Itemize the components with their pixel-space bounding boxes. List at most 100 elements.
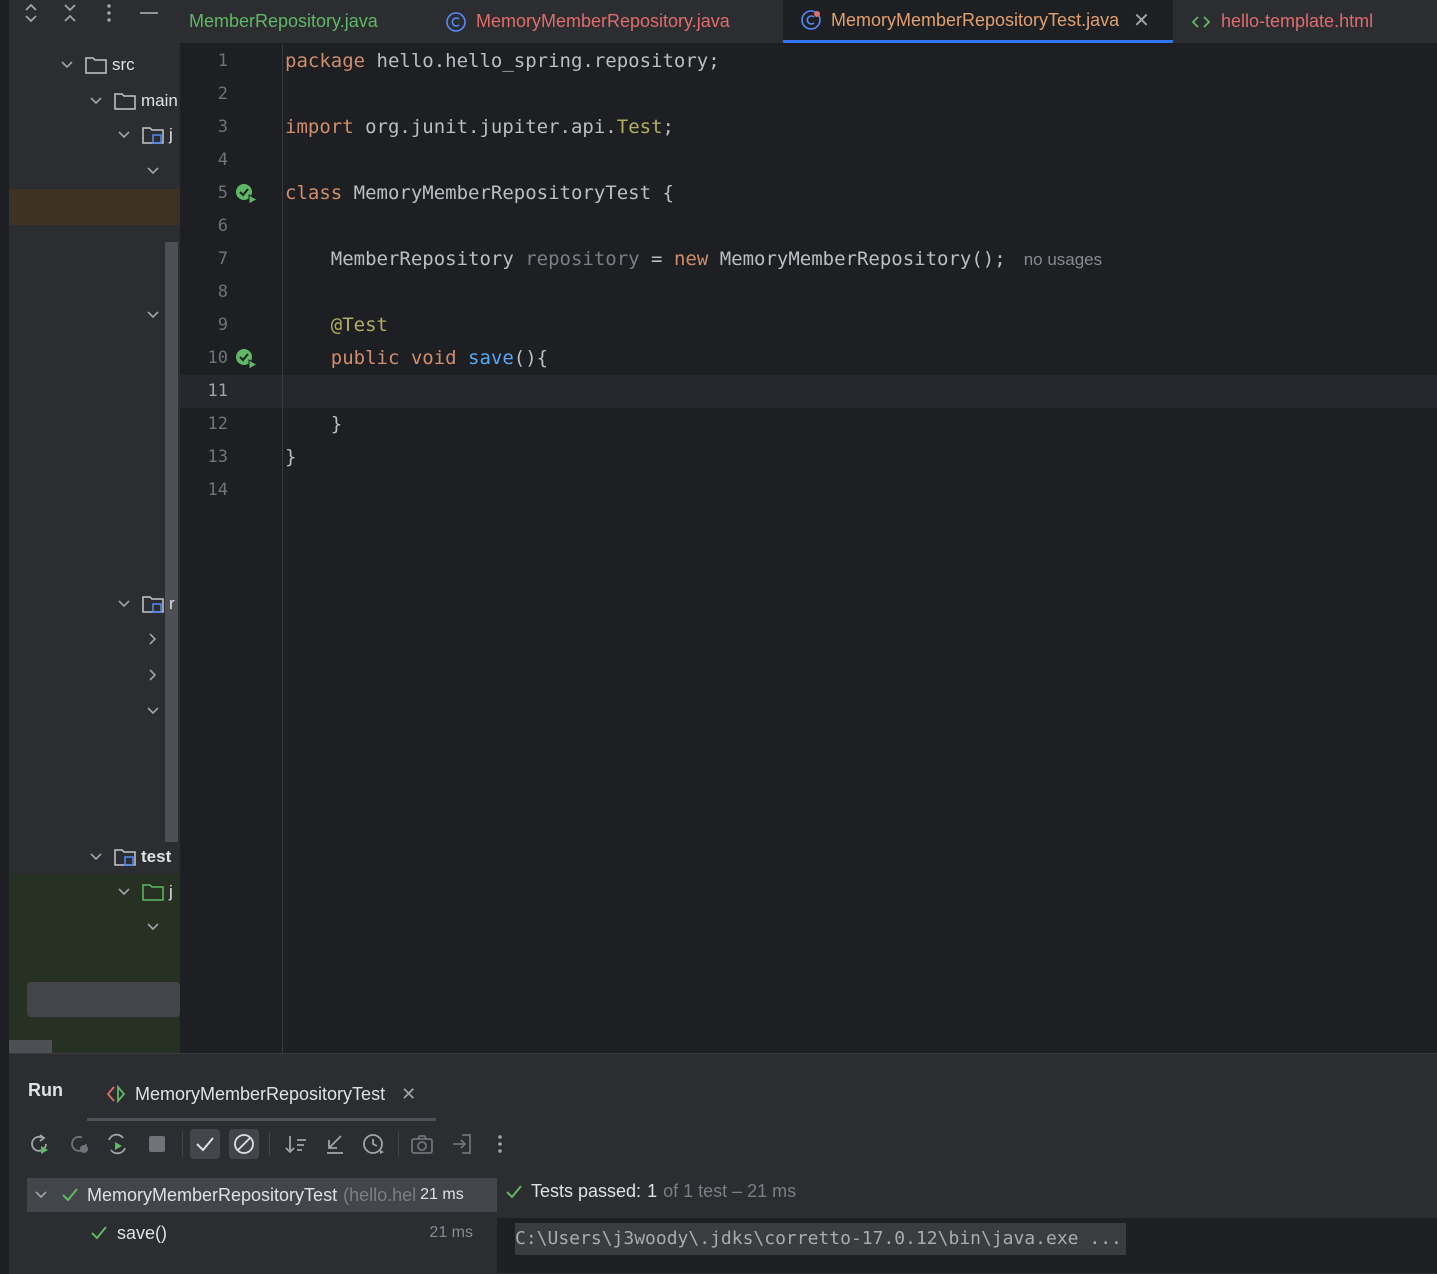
code-line: 5 class MemoryMemberRepositoryTest { bbox=[180, 177, 1437, 210]
current-line: 11 bbox=[180, 375, 1437, 408]
hide-panel-icon[interactable] bbox=[136, 2, 162, 28]
horizontal-scrollbar[interactable] bbox=[9, 1040, 52, 1053]
run-config-label: MemoryMemberRepositoryTest bbox=[135, 1083, 386, 1104]
line-number: 5 bbox=[217, 183, 228, 203]
check-icon bbox=[91, 1226, 107, 1240]
tree-item-test-package[interactable] bbox=[145, 910, 161, 944]
console-output[interactable]: Tests passed: 1 of 1 test – 21 ms C:\Use… bbox=[497, 1168, 1437, 1273]
code-token: = bbox=[639, 248, 674, 270]
code-line: 1 package hello.hello_spring.repository; bbox=[180, 45, 1437, 78]
tree-item-collapsed[interactable] bbox=[145, 622, 161, 656]
toolbar-separator bbox=[269, 1132, 270, 1156]
tree-item-resources[interactable]: r bbox=[116, 587, 175, 621]
tree-scrollbar[interactable] bbox=[165, 242, 178, 842]
code-line: 2 bbox=[180, 78, 1437, 111]
chevron-down-icon[interactable] bbox=[33, 1187, 49, 1203]
chevron-down-icon[interactable] bbox=[59, 57, 75, 73]
code-line: 6 bbox=[180, 210, 1437, 243]
rerun-failed-icon[interactable] bbox=[64, 1129, 94, 1159]
test-status: Tests passed: 1 of 1 test – 21 ms bbox=[505, 1181, 796, 1202]
stop-icon[interactable] bbox=[142, 1129, 172, 1159]
collapse-icon[interactable] bbox=[320, 1129, 350, 1159]
tree-item-java[interactable]: j bbox=[116, 118, 173, 152]
test-case-row[interactable]: save() 21 ms bbox=[27, 1216, 497, 1250]
run-test-gutter-icon[interactable] bbox=[235, 183, 259, 205]
code-token: MemberRepository bbox=[285, 248, 526, 270]
chevron-down-icon[interactable] bbox=[116, 596, 132, 612]
line-number: 2 bbox=[217, 84, 228, 104]
chevron-down-icon[interactable] bbox=[116, 127, 132, 143]
tab-memory-member-repository[interactable]: MemoryMemberRepository.java bbox=[445, 0, 730, 43]
chevron-right-icon[interactable] bbox=[145, 667, 161, 683]
gutter-separator bbox=[282, 44, 283, 1053]
code-token: MemoryMemberRepositoryTest { bbox=[342, 182, 674, 204]
show-passed-icon[interactable] bbox=[190, 1129, 220, 1159]
tree-item-expanded[interactable] bbox=[145, 694, 161, 728]
chevron-down-icon[interactable] bbox=[145, 307, 161, 323]
test-history-icon[interactable] bbox=[359, 1129, 389, 1159]
code-token: hello.hello_spring.repository; bbox=[365, 50, 720, 72]
class-icon bbox=[446, 11, 466, 32]
chevron-down-icon[interactable] bbox=[145, 703, 161, 719]
tree-item-test-java[interactable]: j bbox=[116, 875, 173, 909]
sort-icon[interactable] bbox=[281, 1129, 311, 1159]
tab-member-repository[interactable]: MemberRepository.java bbox=[189, 0, 378, 43]
rerun-icon[interactable] bbox=[24, 1129, 54, 1159]
chevron-right-icon[interactable] bbox=[145, 631, 161, 647]
tree-item-label: main bbox=[141, 91, 178, 110]
tab-label: MemoryMemberRepository.java bbox=[476, 11, 730, 31]
tree-item-package[interactable] bbox=[145, 154, 161, 188]
check-icon bbox=[62, 1188, 78, 1202]
project-panel: src main j r test j bbox=[9, 0, 180, 1053]
code-line: 14 bbox=[180, 474, 1437, 507]
tree-item-main[interactable]: main bbox=[88, 84, 178, 118]
run-test-gutter-icon[interactable] bbox=[235, 348, 259, 370]
import-tests-icon[interactable] bbox=[447, 1129, 477, 1159]
line-number: 9 bbox=[217, 315, 228, 335]
code-line: 7 MemberRepository repository = new Memo… bbox=[180, 243, 1437, 276]
chevron-down-icon[interactable] bbox=[145, 919, 161, 935]
screenshot-icon[interactable] bbox=[407, 1129, 437, 1159]
code-token: Test bbox=[616, 116, 663, 138]
annotation: @Test bbox=[285, 314, 388, 336]
tree-item-src[interactable]: src bbox=[59, 48, 135, 82]
expand-all-icon[interactable] bbox=[18, 2, 44, 28]
test-duration: 21 ms bbox=[420, 1186, 464, 1203]
code-editor[interactable]: 1 package hello.hello_spring.repository;… bbox=[180, 44, 1437, 1053]
line-number: 14 bbox=[207, 480, 228, 500]
show-ignored-icon[interactable] bbox=[229, 1129, 259, 1159]
tab-label: MemberRepository.java bbox=[189, 11, 378, 31]
chevron-down-icon[interactable] bbox=[88, 93, 104, 109]
test-suite-row[interactable]: MemoryMemberRepositoryTest (hello.hel 21… bbox=[27, 1178, 497, 1212]
line-number: 4 bbox=[217, 150, 228, 170]
tree-item-collapsed[interactable] bbox=[145, 658, 161, 692]
console-command-line[interactable]: C:\Users\j3woody\.jdks\corretto-17.0.12\… bbox=[515, 1223, 1126, 1255]
code-text: } bbox=[285, 446, 297, 468]
chevron-down-icon[interactable] bbox=[116, 884, 132, 900]
tab-run-config[interactable]: MemoryMemberRepositoryTest ✕ bbox=[87, 1070, 437, 1121]
usage-hint[interactable]: no usages bbox=[1024, 250, 1102, 269]
toggle-auto-test-icon[interactable] bbox=[102, 1129, 132, 1159]
chevron-down-icon[interactable] bbox=[88, 849, 104, 865]
keyword: public void bbox=[285, 347, 469, 369]
line-number: 8 bbox=[217, 282, 228, 302]
line-number: 11 bbox=[207, 381, 228, 401]
folder-icon bbox=[85, 57, 107, 74]
collapse-all-icon[interactable] bbox=[57, 2, 83, 28]
tab-label: hello-template.html bbox=[1221, 11, 1374, 31]
tree-item-package[interactable] bbox=[145, 298, 161, 332]
resources-folder-icon bbox=[142, 596, 164, 613]
tab-hello-template[interactable]: hello-template.html bbox=[1190, 0, 1373, 43]
more-options-icon[interactable] bbox=[485, 1129, 515, 1159]
more-options-icon[interactable] bbox=[96, 2, 122, 28]
folder-icon bbox=[114, 93, 136, 110]
tree-hover-row[interactable] bbox=[27, 982, 180, 1017]
tab-memory-member-repository-test[interactable]: MemoryMemberRepositoryTest.java ✕ bbox=[783, 0, 1173, 43]
close-tab-icon[interactable]: ✕ bbox=[1133, 8, 1150, 33]
chevron-down-icon[interactable] bbox=[145, 163, 161, 179]
tree-item-label: test bbox=[141, 847, 172, 866]
code-token: MemoryMemberRepository(); bbox=[708, 248, 1006, 270]
close-tab-icon[interactable]: ✕ bbox=[401, 1084, 416, 1105]
code-text: import org.junit.jupiter.api.Test; bbox=[285, 111, 674, 144]
tree-item-test[interactable]: test bbox=[88, 840, 171, 874]
